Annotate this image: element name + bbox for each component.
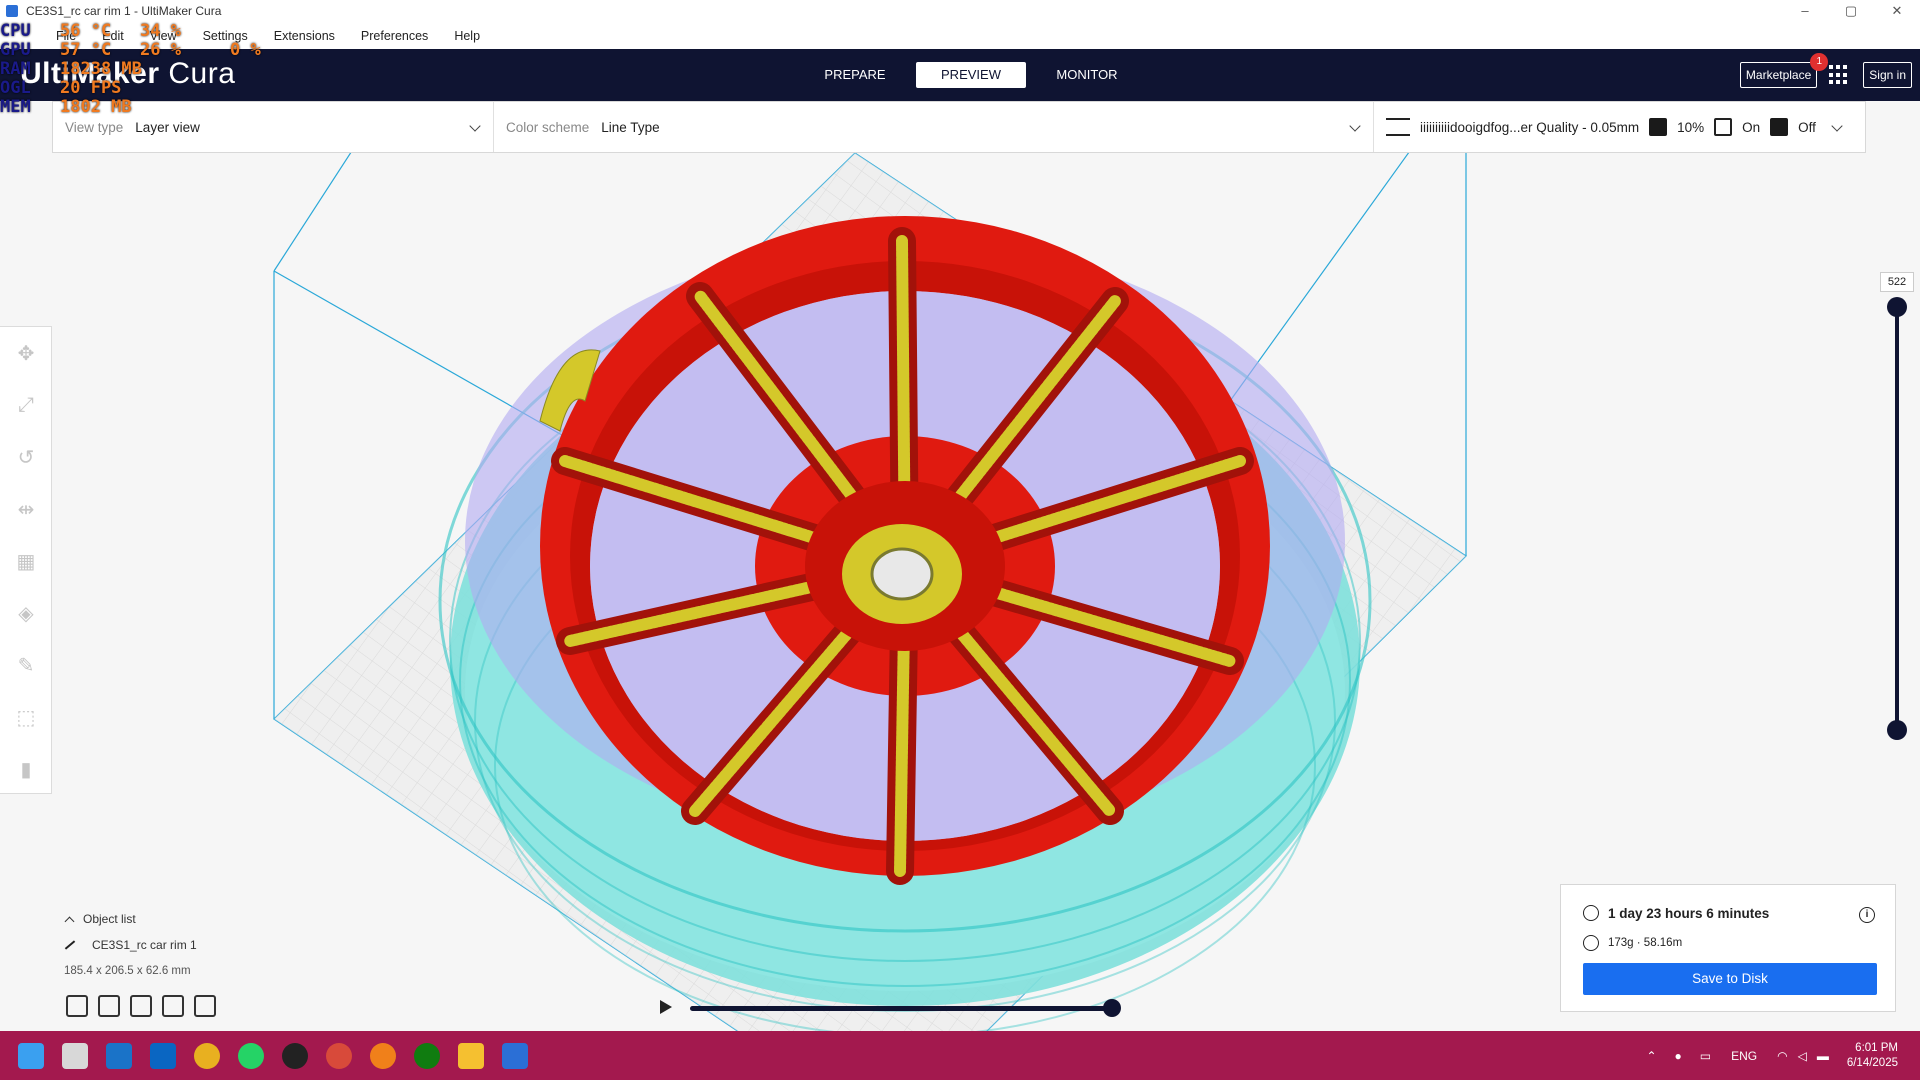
file-explorer-icon[interactable]	[458, 1042, 484, 1069]
object-list-item[interactable]: CE3S1_rc car rim 1	[64, 932, 197, 958]
infill-value: 10%	[1677, 119, 1705, 135]
stage-tabs: PREPARE PREVIEW MONITOR	[800, 62, 1148, 88]
minimize-button[interactable]: –	[1782, 0, 1828, 22]
menu-preferences[interactable]: Preferences	[361, 29, 428, 43]
infill-icon	[1649, 118, 1668, 136]
task-view-icon[interactable]	[62, 1042, 88, 1069]
chrome-icon[interactable]	[194, 1042, 220, 1069]
view-control-bar: View type Layer view Color scheme Line T…	[52, 101, 1866, 153]
left-view-icon[interactable]	[162, 995, 184, 1017]
window-controls: – ▢ ✕	[1782, 0, 1920, 22]
right-view-icon[interactable]	[194, 995, 216, 1017]
windows-taskbar: ⌃ ● ▭ ENG ◠ ◁ ▬ 6:01 PM 6/14/2025	[0, 1031, 1920, 1080]
linkedin-icon[interactable]	[150, 1042, 176, 1069]
settings-sliders-icon	[1386, 118, 1410, 136]
top-view-icon[interactable]	[130, 995, 152, 1017]
restore-button[interactable]: ▢	[1828, 0, 1874, 22]
support-icon	[1714, 118, 1733, 136]
adhesion-value: Off	[1798, 119, 1816, 135]
layer-slider-bottom-handle[interactable]	[1887, 720, 1907, 740]
paint-tool-icon[interactable]: ⬚	[0, 691, 52, 743]
sign-in-button[interactable]: Sign in	[1863, 62, 1912, 88]
wheel-hub	[805, 481, 1005, 651]
obs-icon[interactable]	[282, 1042, 308, 1069]
3d-view-icon[interactable]	[66, 995, 88, 1017]
per-model-settings-icon[interactable]: ▦	[0, 535, 52, 587]
simulation-slider-track[interactable]	[690, 1006, 1110, 1011]
outlook-icon[interactable]	[106, 1042, 132, 1069]
material-spool-icon	[1583, 935, 1599, 951]
camera-view-buttons	[66, 995, 226, 1017]
close-button[interactable]: ✕	[1874, 0, 1920, 22]
profile-name: iiiiiiiiiidooigdfog...er Quality - 0.05m…	[1420, 119, 1640, 135]
battery-icon[interactable]: ▬	[1817, 1049, 1829, 1063]
cura-app-icon	[6, 5, 18, 17]
taskbar-clock[interactable]: 6:01 PM 6/14/2025	[1847, 1041, 1898, 1071]
system-tray: ⌃ ● ▭ ENG ◠ ◁ ▬ 6:01 PM 6/14/2025	[1646, 1031, 1898, 1080]
play-icon[interactable]	[660, 1000, 672, 1014]
tab-monitor[interactable]: MONITOR	[1032, 62, 1142, 88]
title-bar: CE3S1_rc car rim 1 - UltiMaker Cura – ▢ …	[0, 0, 1920, 22]
material-usage: 173g · 58.16m	[1608, 937, 1683, 949]
wifi-icon[interactable]: ◠	[1777, 1049, 1787, 1063]
chevron-up-icon[interactable]: ⌃	[1646, 1049, 1656, 1063]
pencil-icon	[64, 940, 76, 950]
rotate-tool-icon[interactable]: ↺	[0, 431, 52, 483]
notification-badge: 1	[1810, 53, 1829, 71]
layer-slider-top-handle[interactable]	[1887, 297, 1907, 317]
object-list-panel: Object list CE3S1_rc car rim 1 185.4 x 2…	[64, 906, 197, 984]
support-value: On	[1742, 119, 1761, 135]
move-tool-icon[interactable]: ✥	[0, 327, 52, 379]
menu-bar: File Edit View Settings Extensions Prefe…	[0, 22, 1920, 49]
clock-icon	[1583, 905, 1599, 921]
adhesion-icon	[1770, 118, 1789, 136]
support-blocker-icon[interactable]: ◈	[0, 587, 52, 639]
marketplace-button[interactable]: Marketplace 1	[1739, 53, 1829, 88]
volume-icon[interactable]: ◁	[1798, 1049, 1807, 1063]
menu-help[interactable]: Help	[454, 29, 480, 43]
windows-start-icon[interactable]	[18, 1042, 44, 1069]
blender-icon[interactable]	[370, 1042, 396, 1069]
color-scheme-dropdown[interactable]: Color scheme Line Type	[494, 102, 1374, 152]
layer-number[interactable]: 522	[1880, 272, 1914, 292]
chevron-down-icon	[469, 120, 481, 132]
language-indicator[interactable]: ENG	[1731, 1049, 1757, 1063]
object-dimensions: 185.4 x 206.5 x 62.6 mm	[64, 965, 191, 977]
front-view-icon[interactable]	[98, 995, 120, 1017]
tab-preview[interactable]: PREVIEW	[916, 62, 1026, 88]
simulation-slider-handle[interactable]	[1103, 999, 1121, 1017]
scale-tool-icon[interactable]: ⤢	[0, 379, 52, 431]
print-info-panel: 1 day 23 hours 6 minutes i 173g · 58.16m…	[1560, 884, 1896, 1012]
chevron-down-icon	[1831, 120, 1843, 132]
measure-tool-icon[interactable]: ✎	[0, 639, 52, 691]
save-to-disk-button[interactable]: Save to Disk	[1583, 963, 1877, 995]
print-time: 1 day 23 hours 6 minutes	[1608, 905, 1770, 921]
xbox-icon[interactable]	[414, 1042, 440, 1069]
mirror-tool-icon[interactable]: ⇹	[0, 483, 52, 535]
tab-prepare[interactable]: PREPARE	[800, 62, 910, 88]
object-list-toggle[interactable]: Object list	[64, 906, 197, 932]
app-header: UltiMaker Cura PREPARE PREVIEW MONITOR M…	[0, 49, 1920, 101]
whatsapp-icon[interactable]	[238, 1042, 264, 1069]
hardware-monitor-overlay: CPU 56 °C 34 % GPU 57 °C 26 % 0 % RAM 18238 MB…	[0, 21, 261, 117]
keyboard-icon[interactable]: ▭	[1700, 1049, 1711, 1063]
cura-taskbar-icon[interactable]	[502, 1042, 528, 1069]
microphone-icon[interactable]: ●	[1675, 1049, 1682, 1063]
print-settings-selector[interactable]: iiiiiiiiiidooigdfog...er Quality - 0.05m…	[1374, 102, 1865, 152]
left-toolbar: ✥ ⤢ ↺ ⇹ ▦ ◈ ✎ ⬚ ▮	[0, 326, 52, 794]
layer-slider-track[interactable]	[1895, 306, 1899, 730]
window-title: CE3S1_rc car rim 1 - UltiMaker Cura	[26, 4, 222, 18]
menu-extensions[interactable]: Extensions	[274, 29, 335, 43]
chrome-profile-icon[interactable]	[326, 1042, 352, 1069]
chevron-up-icon	[64, 916, 75, 926]
cylinder-tool-icon[interactable]: ▮	[0, 743, 52, 795]
info-icon[interactable]: i	[1859, 907, 1875, 923]
chevron-down-icon	[1349, 120, 1361, 132]
apps-grid-icon[interactable]	[1829, 65, 1849, 85]
